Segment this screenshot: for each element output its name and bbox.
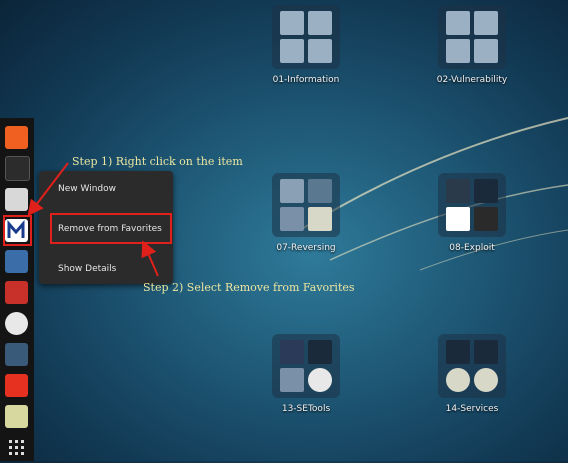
maltego-icon[interactable] (5, 312, 28, 335)
flashrom-icon[interactable] (5, 374, 28, 397)
folder-label: 13-SETools (281, 404, 331, 414)
notes-icon[interactable] (5, 405, 28, 428)
folder-icon-grid (272, 334, 340, 398)
folder-label: 01-Information (272, 75, 340, 85)
files-icon[interactable] (5, 188, 28, 211)
folder-icon-grid (272, 5, 340, 69)
folder-icon-grid (272, 173, 340, 237)
folder-label: 07-Reversing (276, 243, 336, 253)
folder-08-exploit[interactable]: 08-Exploit (427, 173, 517, 255)
folder-label: 08-Exploit (449, 243, 495, 253)
faraday-icon[interactable] (5, 250, 28, 273)
menu-item-new-window[interactable]: New Window (58, 184, 116, 194)
folder-icon-grid (438, 5, 506, 69)
folder-icon-grid (438, 334, 506, 398)
kali-tool-icon[interactable] (5, 343, 28, 366)
folder-01-information[interactable]: 01-Information (261, 5, 351, 87)
dock-highlight-box (3, 215, 32, 246)
folder-14-services[interactable]: 14-Services (427, 334, 517, 416)
dock (0, 118, 34, 461)
folder-13-setools[interactable]: 13-SETools (261, 334, 351, 416)
armitage-icon[interactable] (5, 281, 28, 304)
folder-icon-grid (438, 173, 506, 237)
folder-label: 14-Services (445, 404, 499, 414)
folder-07-reversing[interactable]: 07-Reversing (261, 173, 351, 255)
terminal-icon[interactable] (5, 156, 30, 181)
folder-label: 02-Vulnerability (436, 75, 508, 85)
apps-grid-icon[interactable] (5, 436, 28, 459)
firefox-icon[interactable] (5, 126, 28, 149)
annotation-step2: Step 2) Select Remove from Favorites (143, 281, 355, 294)
menu-item-show-details[interactable]: Show Details (58, 264, 116, 274)
folder-02-vulnerability[interactable]: 02-Vulnerability (427, 5, 517, 87)
annotation-step1: Step 1) Right click on the item (72, 155, 243, 168)
menu-highlight-box (50, 213, 172, 244)
